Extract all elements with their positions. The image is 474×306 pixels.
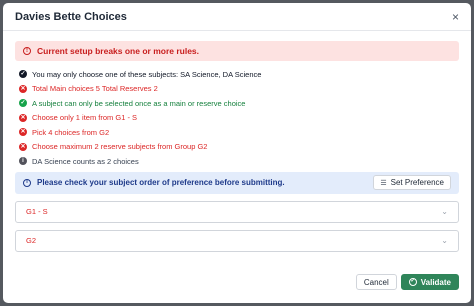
rule-item: ✕ Choose maximum 2 reserve subjects from… [15,141,459,154]
rule-text: Total Main choices 5 Total Reserves 2 [32,84,158,94]
x-circle-icon: ✕ [19,84,27,93]
chevron-down-icon: ⌄ [441,207,448,216]
check-circle-icon: ✓ [408,278,417,286]
rule-item: ✕ Pick 4 choices from G2 [15,126,459,139]
cancel-label: Cancel [363,277,389,287]
set-preference-button[interactable]: ☰ Set Preference [373,175,451,190]
list-order-icon: ☰ [380,179,387,187]
info-circle-icon: i [19,157,27,166]
rule-item: ✕ Choose only 1 item from G1 - S [15,112,459,125]
dialog-title: Davies Bette Choices [15,10,127,23]
info-message: i Please check your subject order of pre… [23,178,285,187]
rule-text: A subject can only be selected once as a… [32,98,246,108]
dialog-header: Davies Bette Choices × [3,3,471,31]
rules-list: ✓ You may only choose one of these subje… [15,68,459,168]
check-circle-icon: ✓ [19,70,27,79]
group-label: G1 - S [26,207,48,216]
validate-label: Validate [420,277,451,287]
error-banner: ! Current setup breaks one or more rules… [15,41,459,61]
error-banner-text: Current setup breaks one or more rules. [37,46,200,56]
info-icon: i [23,178,31,187]
x-circle-icon: ✕ [19,142,27,151]
exclamation-circle-icon: ! [23,47,31,55]
chevron-down-icon: ⌄ [441,236,448,245]
rule-item: ✓ A subject can only be selected once as… [15,97,459,110]
x-circle-icon: ✕ [19,128,27,137]
rule-text: Choose only 1 item from G1 - S [32,113,138,123]
rule-text: DA Science counts as 2 choices [32,156,139,166]
group-accordion-g1-s[interactable]: G1 - S ⌄ [15,200,459,223]
x-circle-icon: ✕ [19,113,27,122]
validate-button[interactable]: ✓ Validate [400,274,459,290]
cancel-button[interactable]: Cancel [355,274,397,290]
close-icon[interactable]: × [452,11,459,23]
rule-item: ✕ Total Main choices 5 Total Reserves 2 [15,83,459,96]
set-preference-label: Set Preference [390,178,444,187]
dialog-footer: Cancel ✓ Validate [355,274,459,290]
check-circle-icon: ✓ [19,99,27,108]
rule-item: i DA Science counts as 2 choices [15,155,459,168]
group-accordion-g2[interactable]: G2 ⌄ [15,229,459,252]
group-label: G2 [26,236,37,245]
choices-dialog: Davies Bette Choices × ! Current setup b… [3,3,471,303]
info-banner: i Please check your subject order of pre… [15,171,459,194]
rule-text: You may only choose one of these subject… [32,69,262,79]
dialog-body: ! Current setup breaks one or more rules… [3,41,471,252]
rule-text: Pick 4 choices from G2 [32,127,110,137]
info-banner-text: Please check your subject order of prefe… [37,178,285,187]
rule-text: Choose maximum 2 reserve subjects from G… [32,142,208,152]
rule-item: ✓ You may only choose one of these subje… [15,68,459,81]
